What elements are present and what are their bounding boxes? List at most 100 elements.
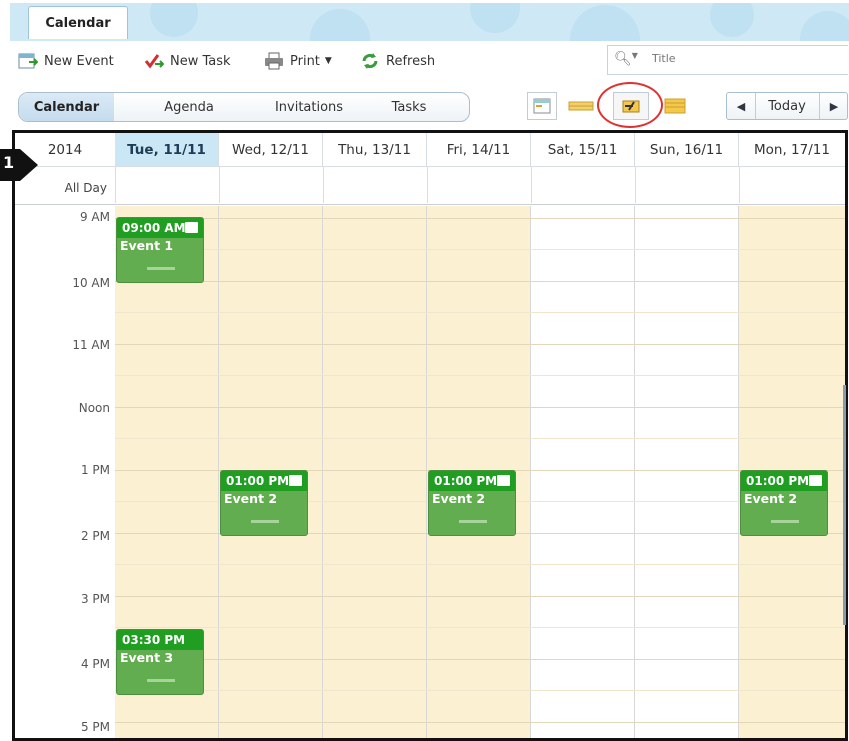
day-column-sun[interactable] (635, 206, 739, 738)
printer-icon (264, 52, 284, 70)
search-icon[interactable]: 🔍︎▼ (614, 51, 638, 67)
chevron-left-icon: ◀ (736, 99, 746, 113)
event-title: Event 3 (120, 650, 174, 665)
day-header-label: Wed, 12/11 (232, 141, 309, 158)
event-card[interactable]: 01:00 PM Event 2 (220, 470, 308, 536)
day-header-wed[interactable]: Wed, 12/11 (219, 133, 323, 166)
grid-line (115, 281, 845, 282)
calendar-view-label: Calendar (33, 99, 100, 115)
day-column-sat[interactable] (531, 206, 635, 738)
event-title: Event 1 (120, 238, 174, 253)
tab-calendar-view[interactable]: Calendar (19, 93, 114, 121)
year-text: 2014 (47, 141, 83, 158)
day-view-icon (533, 98, 551, 114)
chevron-right-icon: ▶ (829, 99, 839, 113)
day-header-fri[interactable]: Fri, 14/11 (427, 133, 531, 166)
badge-number: 1 (3, 153, 15, 172)
day-header-tue[interactable]: Tue, 11/11 (115, 133, 219, 166)
new-event-icon (18, 52, 39, 70)
tab-calendar[interactable]: Calendar (28, 6, 128, 39)
new-task-icon (144, 52, 165, 70)
note-icon (497, 475, 510, 486)
search-input[interactable] (650, 51, 834, 66)
tab-tasks[interactable]: Tasks (374, 93, 444, 121)
decorative-flower (800, 11, 849, 41)
chevron-down-icon: ▼ (324, 56, 332, 66)
print-button[interactable]: Print ▼ (264, 51, 332, 71)
time-label: 10 AM (72, 276, 110, 290)
grid-line (115, 659, 845, 660)
day-header-label: Mon, 17/11 (754, 141, 830, 158)
event-title: Event 2 (224, 491, 278, 506)
today-label: Today (768, 98, 806, 114)
divider (115, 166, 116, 203)
resize-handle[interactable] (147, 267, 175, 270)
divider (427, 166, 428, 203)
note-icon (289, 475, 302, 486)
all-day-text: All Day (64, 181, 107, 195)
day-header-sat[interactable]: Sat, 15/11 (531, 133, 635, 166)
day-header-label: Sun, 16/11 (649, 141, 724, 158)
tab-label: Calendar (45, 15, 111, 31)
new-event-label: New Event (44, 53, 114, 69)
today-button[interactable]: Today (756, 93, 818, 119)
grid-line (115, 596, 845, 597)
time-label: 1 PM (80, 463, 110, 477)
event-card[interactable]: 03:30 PM Event 3 (116, 629, 204, 695)
date-navigation: ◀ Today ▶ (726, 92, 848, 120)
new-task-label: New Task (170, 53, 231, 69)
grid-line (115, 249, 845, 250)
event-title: Event 2 (744, 491, 798, 506)
day-header-label: Fri, 14/11 (446, 141, 511, 158)
new-event-button[interactable]: New Event (18, 51, 114, 71)
new-task-button[interactable]: New Task (144, 51, 231, 71)
grid-line (115, 312, 845, 313)
scrollbar[interactable] (843, 385, 846, 625)
all-day-label: All Day (15, 181, 107, 195)
resize-handle[interactable] (147, 679, 175, 682)
chevron-down-icon: ▼ (631, 51, 638, 60)
view-switcher: Calendar Agenda Invitations Tasks (18, 92, 470, 122)
time-label: 3 PM (80, 592, 110, 606)
next-button[interactable]: ▶ (819, 93, 848, 119)
resize-handle[interactable] (251, 520, 279, 523)
all-day-row (15, 166, 845, 205)
resize-handle[interactable] (459, 520, 487, 523)
day-header-mon[interactable]: Mon, 17/11 (739, 133, 845, 166)
previous-button[interactable]: ◀ (727, 93, 756, 119)
decorative-flower (470, 3, 520, 33)
grid-line (115, 218, 845, 219)
event-card[interactable]: 09:00 AM Event 1 (116, 217, 204, 283)
grid-line (115, 375, 845, 376)
calendar-grid: 2014 Tue, 11/11 Wed, 12/11 Thu, 13/11 Fr… (12, 130, 848, 741)
note-icon (809, 475, 822, 486)
event-card[interactable]: 01:00 PM Event 2 (740, 470, 828, 536)
time-label: 9 AM (79, 210, 110, 224)
divider (219, 166, 220, 203)
divider (323, 166, 324, 203)
workweek-view-icon (568, 101, 594, 111)
grid-line (115, 438, 845, 439)
note-icon (185, 222, 198, 233)
divider (739, 166, 740, 203)
grid-line (115, 344, 845, 345)
highlight-circle (597, 82, 663, 128)
resize-handle[interactable] (771, 520, 799, 523)
day-header-label: Thu, 13/11 (338, 141, 411, 158)
day-header-thu[interactable]: Thu, 13/11 (323, 133, 427, 166)
tab-agenda[interactable]: Agenda (149, 93, 229, 121)
event-time: 03:30 PM (117, 630, 203, 650)
day-view-button[interactable] (527, 92, 557, 120)
callout-badge: 1 (0, 147, 40, 183)
month-view-button[interactable] (660, 92, 690, 120)
event-card[interactable]: 01:00 PM Event 2 (428, 470, 516, 536)
workweek-view-button[interactable] (566, 92, 596, 120)
refresh-button[interactable]: Refresh (360, 51, 435, 71)
invitations-label: Invitations (274, 99, 344, 115)
decorative-flower (570, 5, 640, 41)
grid-line (115, 564, 845, 565)
day-header-sun[interactable]: Sun, 16/11 (635, 133, 739, 166)
tab-invitations[interactable]: Invitations (254, 93, 364, 121)
day-column-thu[interactable] (323, 206, 427, 738)
time-label: 11 AM (72, 338, 110, 352)
